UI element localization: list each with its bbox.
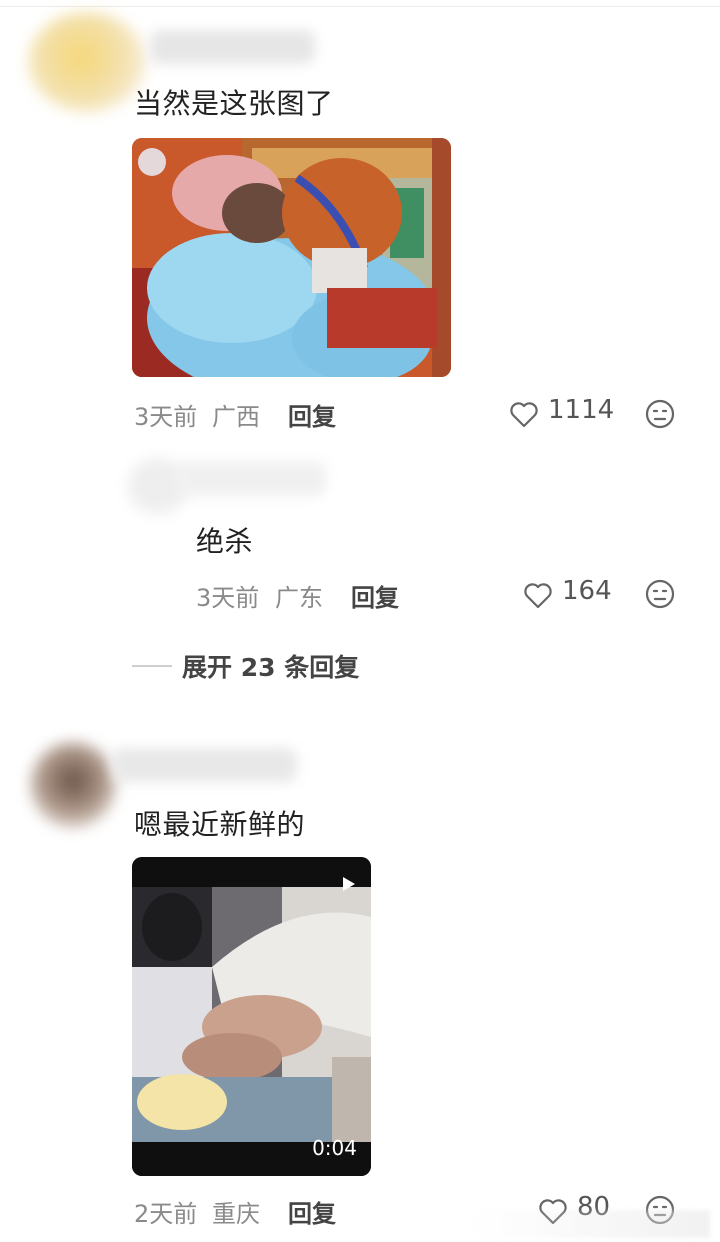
reply-time: 3天前 bbox=[196, 584, 260, 612]
emoji-face-icon bbox=[645, 579, 675, 609]
video-thumbnail bbox=[132, 857, 371, 1176]
photo-couple-hug bbox=[132, 138, 451, 377]
avatar[interactable] bbox=[30, 742, 116, 828]
avatar[interactable] bbox=[28, 12, 146, 112]
emoji-react-button[interactable] bbox=[644, 398, 676, 434]
reply-button[interactable]: 回复 bbox=[288, 1194, 336, 1229]
emoji-face-icon bbox=[645, 399, 675, 429]
reply-location: 广东 bbox=[275, 584, 323, 612]
video-duration: 0:04 bbox=[312, 1136, 357, 1160]
top-divider bbox=[0, 6, 720, 7]
comment-location: 广西 bbox=[212, 403, 260, 431]
reply-text: 绝杀 bbox=[196, 525, 254, 558]
comment-text: 当然是这张图了 bbox=[134, 87, 334, 120]
username-blurred[interactable] bbox=[150, 30, 315, 64]
reply-button[interactable]: 回复 bbox=[288, 397, 336, 432]
comment-text: 嗯最近新鲜的 bbox=[134, 808, 306, 841]
reply-like-count: 164 bbox=[562, 576, 612, 606]
play-icon bbox=[343, 877, 355, 891]
comment-video[interactable]: 0:04 bbox=[132, 857, 371, 1176]
like-count: 1114 bbox=[548, 395, 615, 425]
comment-time: 2天前 bbox=[134, 1200, 198, 1228]
comment-image[interactable] bbox=[132, 138, 451, 377]
reply-reply-button[interactable]: 回复 bbox=[351, 578, 399, 613]
heart-icon bbox=[510, 402, 538, 428]
heart-icon bbox=[524, 583, 552, 609]
reply-username-blurred[interactable] bbox=[176, 462, 326, 496]
expand-divider-line bbox=[132, 665, 172, 667]
username-blurred[interactable] bbox=[112, 748, 297, 782]
reply-emoji-react-button[interactable] bbox=[644, 578, 676, 614]
watermark bbox=[470, 1210, 710, 1238]
comment-time: 3天前 bbox=[134, 403, 198, 431]
comment-location: 重庆 bbox=[212, 1200, 260, 1228]
expand-replies-label: 展开 23 条回复 bbox=[182, 653, 360, 682]
